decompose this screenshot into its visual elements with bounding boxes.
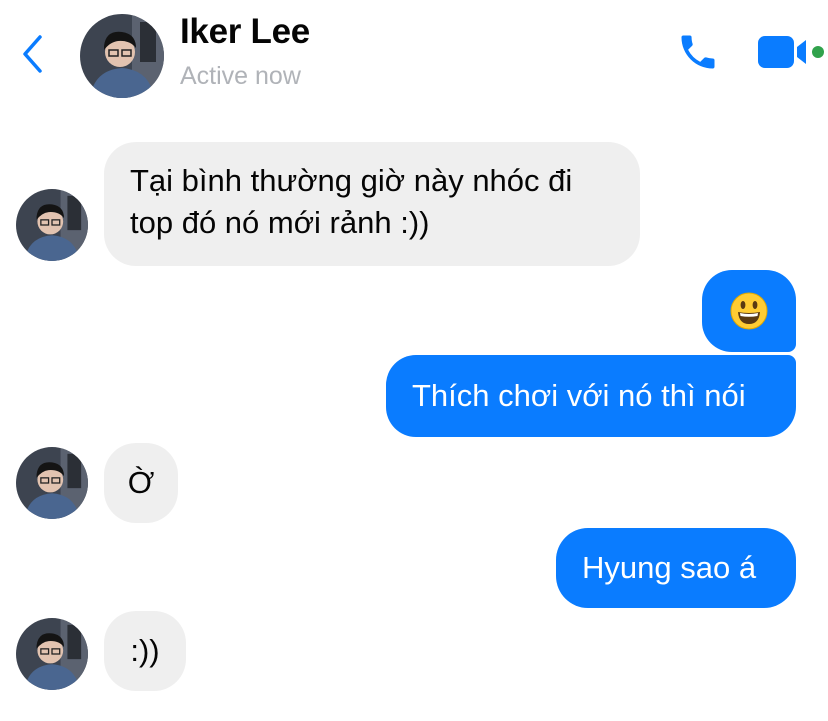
sender-avatar[interactable] <box>16 618 88 690</box>
back-button[interactable] <box>14 30 50 78</box>
outgoing-emoji-bubble[interactable] <box>702 270 796 352</box>
message-text: Ờ <box>127 465 155 500</box>
message-text: Thích chơi với nó thì nói <box>412 378 746 413</box>
message-line: top đó nó mới rảnh :)) <box>130 205 430 240</box>
message-text: Hyung sao á <box>582 550 757 585</box>
chat-screen: Iker Lee Active now Tại bình thường giờ … <box>0 0 828 721</box>
avatar-image <box>16 618 88 690</box>
incoming-message-bubble[interactable]: Tại bình thường giờ này nhóc đi top đó n… <box>104 142 640 266</box>
contact-avatar[interactable] <box>80 14 164 98</box>
phone-icon <box>681 35 715 69</box>
outgoing-message-bubble[interactable]: Thích chơi với nó thì nói <box>386 355 796 437</box>
sender-avatar[interactable] <box>16 189 88 261</box>
avatar-image <box>16 447 88 519</box>
smiley-emoji-icon <box>730 292 768 330</box>
sender-avatar[interactable] <box>16 447 88 519</box>
message-text: :)) <box>130 633 160 668</box>
outgoing-message-bubble[interactable]: Hyung sao á <box>556 528 796 608</box>
video-call-button[interactable] <box>756 32 826 72</box>
active-status: Active now <box>180 62 301 90</box>
avatar-image <box>16 189 88 261</box>
voice-call-button[interactable] <box>676 30 720 74</box>
contact-name[interactable]: Iker Lee <box>180 12 310 52</box>
video-camera-icon <box>758 36 824 68</box>
back-chevron-icon <box>23 35 42 73</box>
message-line: Tại bình thường giờ này nhóc đi <box>130 163 573 198</box>
incoming-message-bubble[interactable]: :)) <box>104 611 186 691</box>
incoming-message-bubble[interactable]: Ờ <box>104 443 178 523</box>
avatar-image <box>80 14 164 98</box>
